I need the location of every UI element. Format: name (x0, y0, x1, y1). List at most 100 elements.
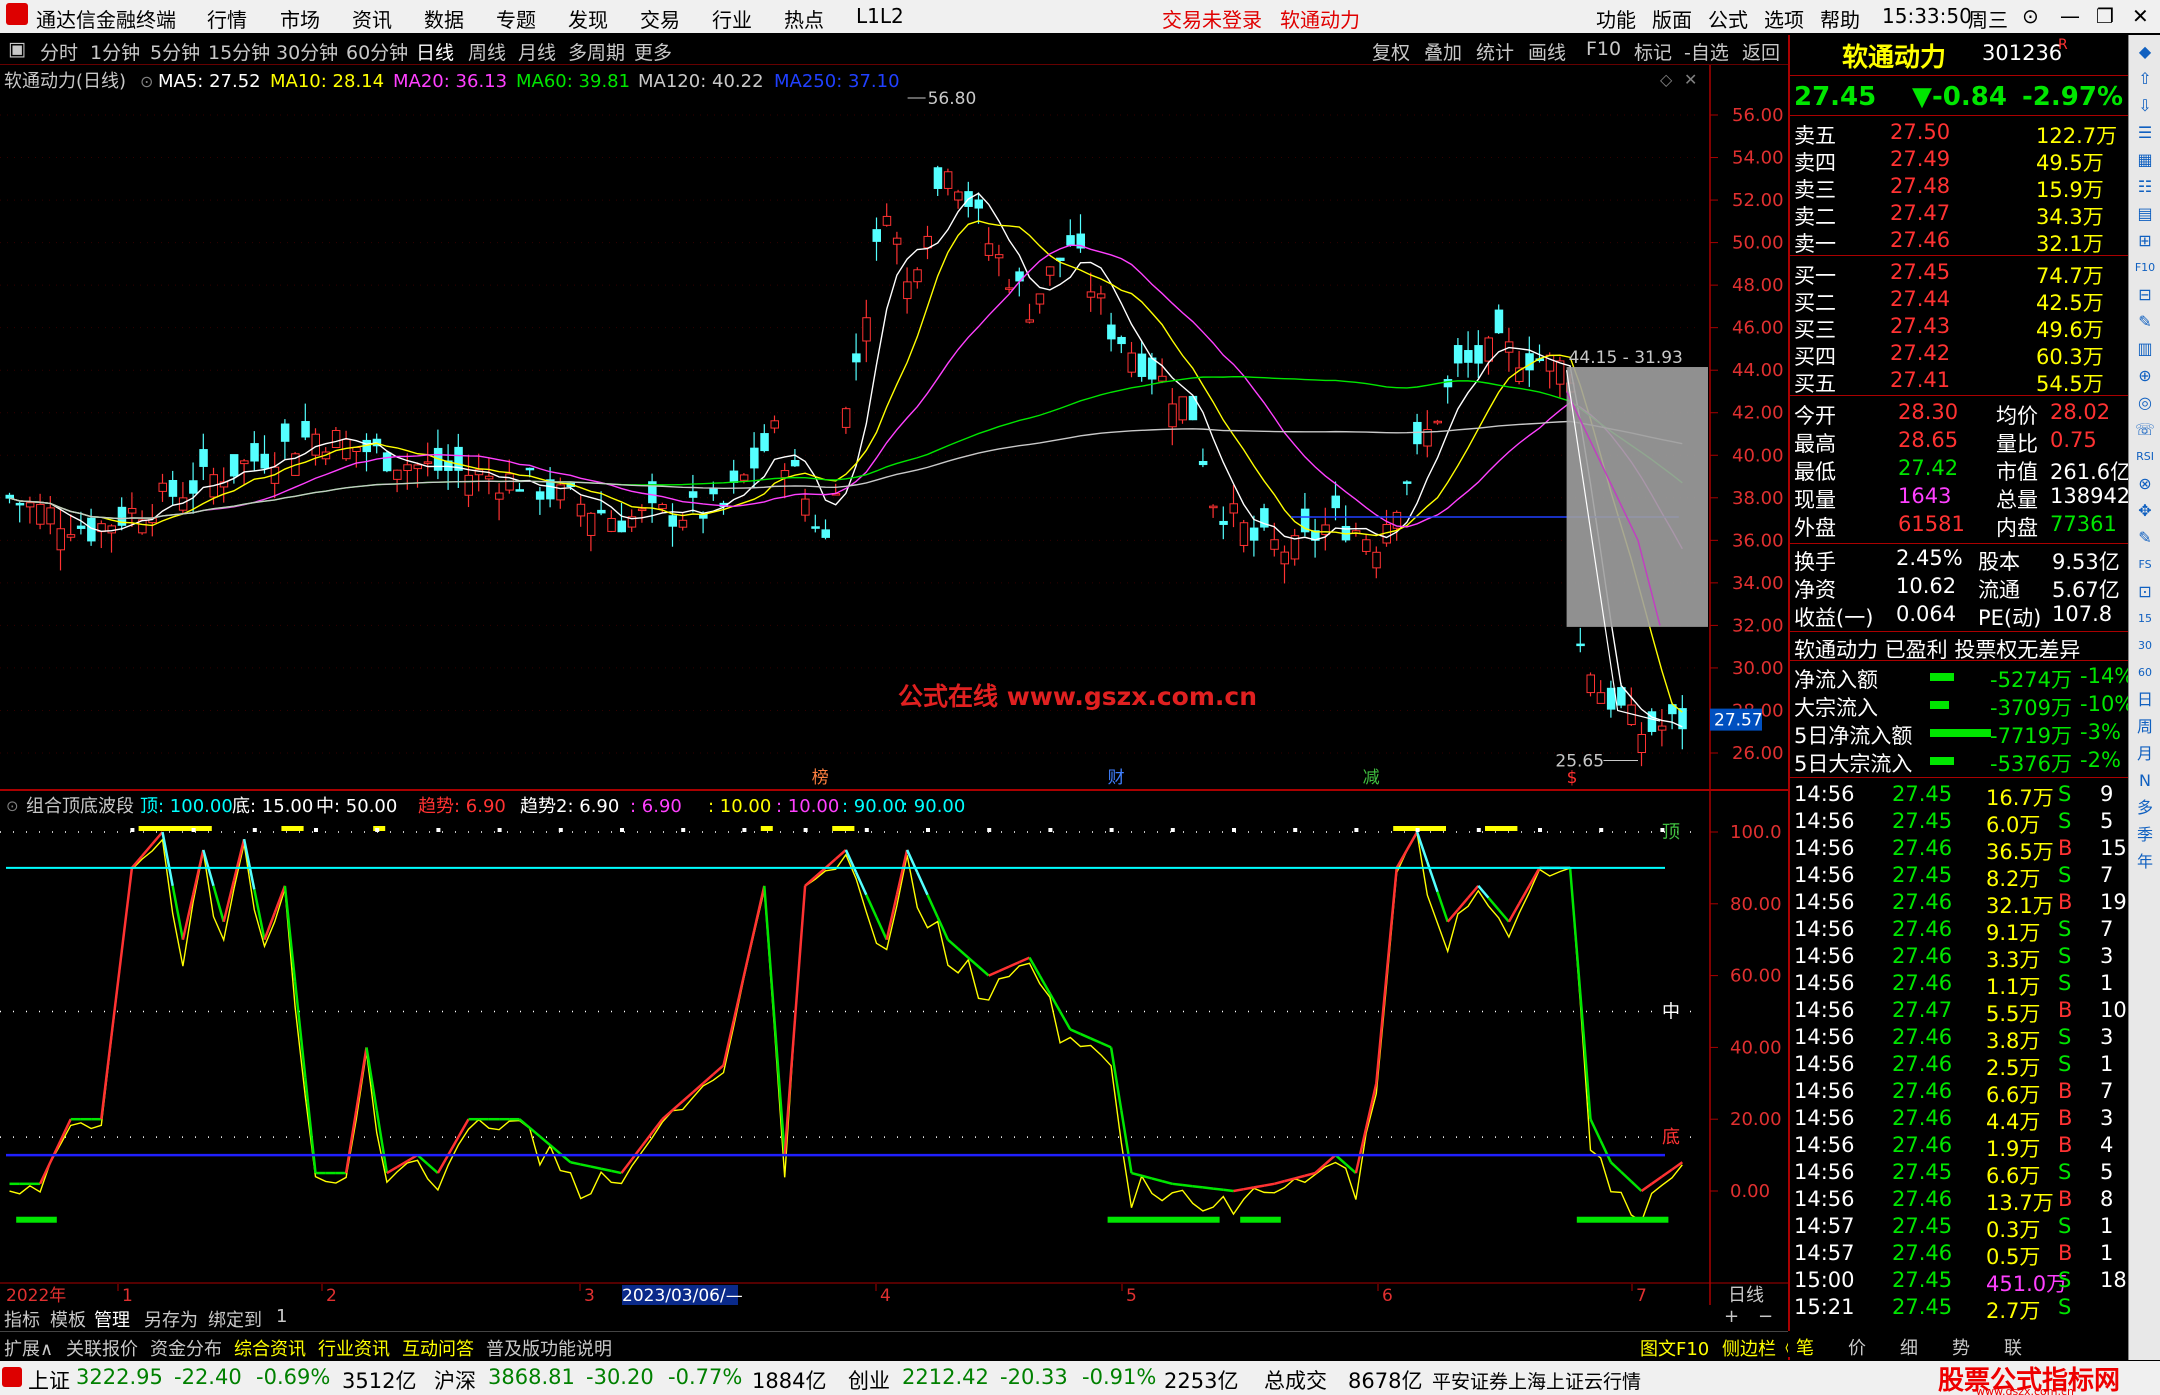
period-tab-2[interactable]: 5分钟 (150, 38, 200, 65)
ext-item-5[interactable]: 互动问答 (402, 1335, 474, 1361)
side-icon-14[interactable]: ☏ (2132, 417, 2158, 443)
ext-item-4[interactable]: 行业资讯 (318, 1335, 390, 1361)
indicator-chart[interactable]: 顶中底 (6, 822, 1684, 1223)
ext-right-0[interactable]: 图文F10 (1640, 1335, 1709, 1361)
side-icon-25[interactable]: 周 (2132, 714, 2158, 740)
tab-bind-to[interactable]: 绑定到 (208, 1306, 262, 1332)
side-icon-27[interactable]: N (2132, 768, 2158, 794)
side-icon-8[interactable]: F10 (2132, 255, 2158, 281)
period-tab-4[interactable]: 30分钟 (276, 38, 338, 65)
side-icon-10[interactable]: ✎ (2132, 309, 2158, 335)
tab-manage[interactable]: 管理 (94, 1306, 130, 1332)
side-icon-6[interactable]: ▤ (2132, 201, 2158, 227)
period-tab-6[interactable]: 日线 (416, 38, 454, 65)
side-icon-18[interactable]: ✎ (2132, 525, 2158, 551)
tab-window-count[interactable]: 1 (276, 1306, 287, 1327)
index-name-0[interactable]: 上证 (28, 1365, 70, 1395)
side-icon-23[interactable]: 60 (2132, 660, 2158, 686)
indicator-dropdown-icon[interactable]: ⊙ (6, 797, 19, 815)
side-icon-28[interactable]: 多 (2132, 795, 2158, 821)
toggle-icon[interactable]: ▣ (8, 38, 26, 60)
ext-item-2[interactable]: 资金分布 (150, 1335, 222, 1361)
period-tab-5[interactable]: 60分钟 (346, 38, 408, 65)
side-icon-0[interactable]: ◆ (2132, 39, 2158, 65)
side-icon-7[interactable]: ⊞ (2132, 228, 2158, 254)
tool-button-6[interactable]: -自选 (1684, 38, 1729, 65)
ext-right-1[interactable]: 侧边栏《 (1722, 1335, 1794, 1361)
menu-item-8[interactable]: 热点 (784, 4, 824, 33)
side-icon-2[interactable]: ⇩ (2132, 93, 2158, 119)
index-name-2[interactable]: 创业 (848, 1365, 890, 1395)
close-icon[interactable]: ✕ (2132, 4, 2149, 28)
tool-button-0[interactable]: 复权 (1372, 38, 1410, 65)
right-menu-2[interactable]: 公式 (1708, 4, 1748, 33)
period-tab-7[interactable]: 周线 (468, 38, 506, 65)
menu-item-5[interactable]: 发现 (568, 4, 608, 33)
menu-item-7[interactable]: 行业 (712, 4, 752, 33)
side-icon-26[interactable]: 月 (2132, 741, 2158, 767)
ext-item-6[interactable]: 普及版功能说明 (486, 1335, 612, 1361)
diamond-icon[interactable]: ◇ (1660, 70, 1673, 89)
side-icon-24[interactable]: 日 (2132, 687, 2158, 713)
menu-item-0[interactable]: 行情 (207, 4, 247, 33)
tool-button-5[interactable]: 标记 (1634, 38, 1672, 65)
side-icon-5[interactable]: ☷ (2132, 174, 2158, 200)
zoom-in-icon[interactable]: + (1724, 1306, 1739, 1327)
panel-tab-1[interactable]: 价 (1848, 1334, 1866, 1360)
panel-tab-0[interactable]: 笔 (1796, 1334, 1814, 1360)
minimize-icon[interactable]: — (2060, 4, 2080, 28)
tab-indicator[interactable]: 指标 (4, 1306, 40, 1332)
ext-item-1[interactable]: 关联报价 (66, 1335, 138, 1361)
tool-button-1[interactable]: 叠加 (1424, 38, 1462, 65)
close-chart-icon[interactable]: ✕ (1684, 70, 1697, 89)
zoom-out-icon[interactable]: − (1758, 1306, 1773, 1327)
side-icon-22[interactable]: 30 (2132, 633, 2158, 659)
side-icon-16[interactable]: ⊗ (2132, 471, 2158, 497)
dropdown-icon[interactable]: ⊙ (140, 72, 153, 91)
trade-status[interactable]: 交易未登录 (1162, 4, 1262, 33)
side-icon-11[interactable]: ▥ (2132, 336, 2158, 362)
side-icon-13[interactable]: ◎ (2132, 390, 2158, 416)
period-tab-1[interactable]: 1分钟 (90, 38, 140, 65)
side-icon-15[interactable]: RSI (2132, 444, 2158, 470)
menu-item-4[interactable]: 专题 (496, 4, 536, 33)
menu-item-6[interactable]: 交易 (640, 4, 680, 33)
main-kline-chart[interactable]: 44.15 - 31.93 56.80 25.65 27.57 榜 财 减 $ (5, 89, 1763, 788)
chart-area[interactable]: 56.0054.0052.0050.0048.0046.0044.0042.00… (0, 65, 1788, 1305)
period-tab-3[interactable]: 15分钟 (208, 38, 270, 65)
menu-item-2[interactable]: 资讯 (352, 4, 392, 33)
side-icon-9[interactable]: ⊟ (2132, 282, 2158, 308)
side-icon-17[interactable]: ✥ (2132, 498, 2158, 524)
tool-button-7[interactable]: 返回 (1742, 38, 1780, 65)
period-tab-0[interactable]: 分时 (40, 38, 78, 65)
side-icon-29[interactable]: 季 (2132, 822, 2158, 848)
menu-item-9[interactable]: L1L2 (856, 4, 904, 28)
panel-tab-2[interactable]: 细 (1900, 1334, 1918, 1360)
side-icon-20[interactable]: ⊡ (2132, 579, 2158, 605)
side-icon-12[interactable]: ⊕ (2132, 363, 2158, 389)
back-icon[interactable]: ⊙ (2022, 4, 2039, 28)
side-icon-4[interactable]: ▦ (2132, 147, 2158, 173)
period-tab-9[interactable]: 多周期 (568, 38, 625, 65)
period-tab-8[interactable]: 月线 (518, 38, 556, 65)
right-menu-3[interactable]: 选项 (1764, 4, 1804, 33)
period-tab-10[interactable]: 更多 (634, 38, 672, 65)
tab-save-as[interactable]: 另存为 (144, 1306, 198, 1332)
side-icon-21[interactable]: 15 (2132, 606, 2158, 632)
index-name-1[interactable]: 沪深 (434, 1365, 476, 1395)
ext-item-0[interactable]: 扩展∧ (4, 1335, 53, 1361)
right-menu-0[interactable]: 功能 (1596, 4, 1636, 33)
ext-item-3[interactable]: 综合资讯 (234, 1335, 306, 1361)
right-menu-1[interactable]: 版面 (1652, 4, 1692, 33)
restore-icon[interactable]: ❐ (2096, 4, 2114, 28)
tool-button-3[interactable]: 画线 (1528, 38, 1566, 65)
side-icon-30[interactable]: 年 (2132, 849, 2158, 875)
side-icon-1[interactable]: ⇧ (2132, 66, 2158, 92)
menu-item-1[interactable]: 市场 (280, 4, 320, 33)
panel-tab-3[interactable]: 势 (1952, 1334, 1970, 1360)
panel-tab-4[interactable]: 联 (2004, 1334, 2022, 1360)
side-icon-19[interactable]: FS (2132, 552, 2158, 578)
menu-item-3[interactable]: 数据 (424, 4, 464, 33)
tab-template[interactable]: 模板 (50, 1306, 86, 1332)
right-menu-4[interactable]: 帮助 (1820, 4, 1860, 33)
